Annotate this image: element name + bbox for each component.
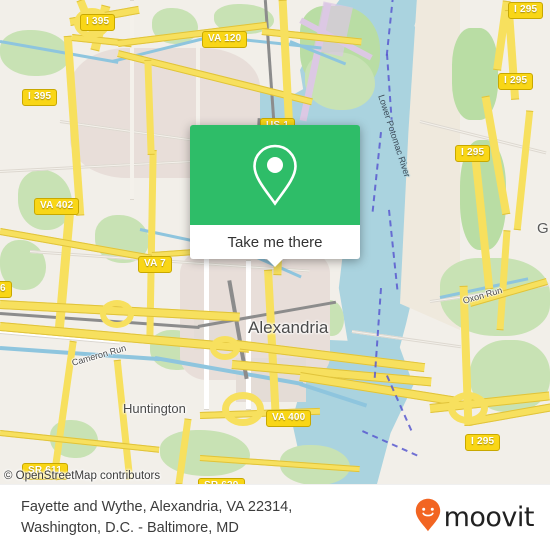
edge-place-label: G bbox=[537, 220, 549, 237]
location-caption-line2: Washington, D.C. - Baltimore, MD bbox=[21, 519, 239, 536]
highway-shield-label: 6 bbox=[0, 281, 12, 298]
destination-popup-card[interactable]: Take me there bbox=[190, 125, 360, 267]
water-label: Lower Potomac River bbox=[376, 93, 413, 179]
stream-label: Cameron Run bbox=[70, 342, 128, 368]
moovit-logo[interactable]: moovit bbox=[415, 498, 550, 537]
popup-card-footer: Take me there bbox=[190, 225, 360, 267]
map-canvas[interactable]: I 395 VA 120 I 295 I 295 I 295 I 395 VA 402 VA … bbox=[0, 0, 550, 484]
highway-shield-label: I 395 bbox=[80, 14, 116, 31]
moovit-wordmark: moovit bbox=[443, 502, 535, 533]
location-caption-line1: Fayette and Wythe, Alexandria, VA 22314, bbox=[21, 498, 293, 515]
osm-attribution: © OpenStreetMap contributors bbox=[4, 470, 161, 482]
moovit-pin-icon bbox=[415, 498, 441, 537]
take-me-there-button[interactable]: Take me there bbox=[227, 234, 322, 251]
stream-label: Oxon Run bbox=[461, 285, 504, 306]
highway-shield-label: I 295 bbox=[508, 2, 544, 19]
highway-shield-label: VA 120 bbox=[202, 31, 248, 48]
footer-bar: Fayette and Wythe, Alexandria, VA 22314,… bbox=[0, 484, 550, 550]
highway-shield-label: VA 7 bbox=[138, 256, 172, 273]
location-caption: Fayette and Wythe, Alexandria, VA 22314,… bbox=[0, 497, 415, 539]
highway-shield-label: I 295 bbox=[455, 145, 491, 162]
highway-shield-label: I 295 bbox=[465, 434, 501, 451]
highway-shield-label: VA 402 bbox=[34, 198, 80, 215]
map-pin-icon bbox=[249, 142, 301, 208]
popup-card-header bbox=[190, 125, 360, 225]
screenshot-root: I 395 VA 120 I 295 I 295 I 295 I 395 VA 402 VA … bbox=[0, 0, 550, 550]
highway-shield-label: VA 400 bbox=[266, 410, 312, 427]
place-label: Alexandria bbox=[248, 318, 329, 337]
popup-card-pointer bbox=[266, 258, 284, 267]
highway-shield-label: I 395 bbox=[22, 89, 58, 106]
place-label: Huntington bbox=[123, 401, 186, 416]
highway-shield-label: I 295 bbox=[498, 73, 534, 90]
